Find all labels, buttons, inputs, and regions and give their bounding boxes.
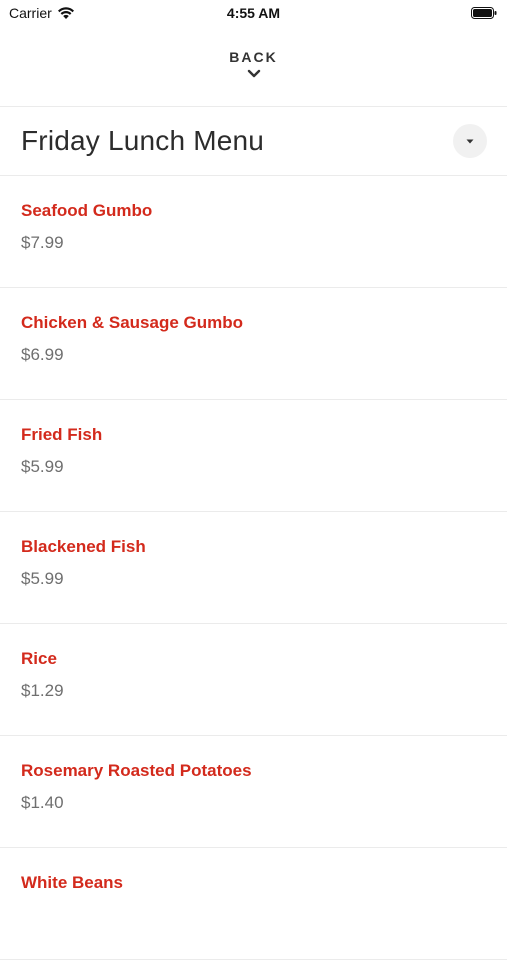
menu-item[interactable]: Fried Fish $5.99 [0, 400, 507, 512]
menu-item-name: Blackened Fish [21, 537, 146, 556]
menu-item[interactable]: Rosemary Roasted Potatoes $1.40 [0, 736, 507, 848]
back-label: BACK [229, 49, 278, 65]
menu-item-name: Rice [21, 649, 57, 668]
caret-down-icon [466, 139, 474, 143]
menu-list: Seafood Gumbo $7.99 Chicken & Sausage Gu… [0, 176, 507, 960]
menu-item-name: Seafood Gumbo [21, 201, 153, 220]
menu-item[interactable]: Chicken & Sausage Gumbo $6.99 [0, 288, 507, 400]
menu-item-price: $6.99 [21, 345, 64, 364]
menu-dropdown-button[interactable] [453, 124, 487, 158]
menu-item-price: $5.99 [21, 569, 64, 588]
battery-icon [471, 7, 497, 19]
menu-item-price: $5.99 [21, 457, 64, 476]
status-time: 4:55 AM [226, 5, 281, 21]
menu-item[interactable]: Rice $1.29 [0, 624, 507, 736]
menu-item-name: Rosemary Roasted Potatoes [21, 761, 252, 780]
menu-item-name: Chicken & Sausage Gumbo [21, 313, 243, 332]
chevron-down-icon [247, 69, 260, 78]
menu-item[interactable]: Blackened Fish $5.99 [0, 512, 507, 624]
menu-item-price: $7.99 [21, 233, 64, 252]
status-bar: Carrier 4:55 AM [0, 0, 507, 30]
menu-header: Friday Lunch Menu [0, 108, 507, 175]
page-title: Friday Lunch Menu [21, 125, 265, 156]
header-divider-top [0, 106, 507, 107]
menu-item[interactable]: Seafood Gumbo $7.99 [0, 176, 507, 288]
menu-item-name: White Beans [21, 873, 124, 892]
menu-item-name: Fried Fish [21, 425, 103, 444]
back-button[interactable]: BACK [0, 44, 507, 96]
menu-item-price: $1.40 [21, 793, 64, 812]
menu-item[interactable]: White Beans [0, 848, 507, 960]
menu-item-price: $1.29 [21, 681, 64, 700]
